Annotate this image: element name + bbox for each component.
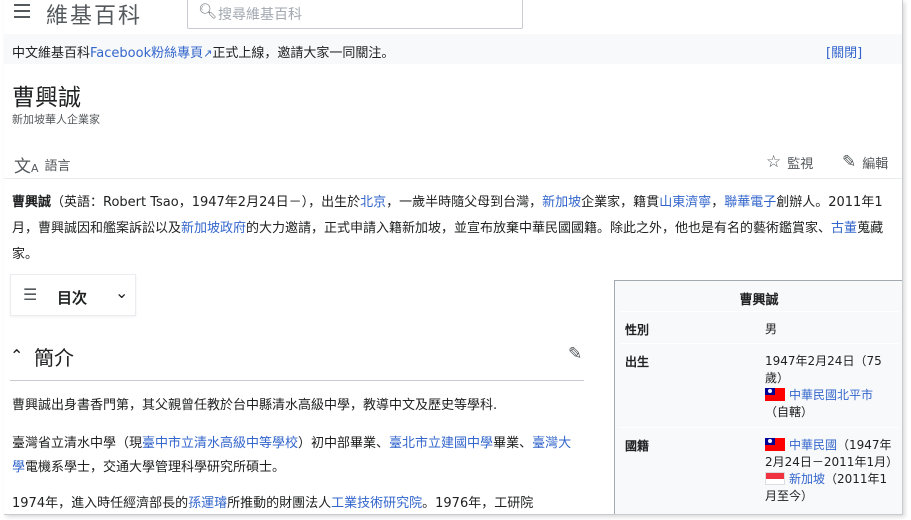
- infobox: 曹興誠 性別 男 出生 1947年2月24日（75歲） 中華民國北平市 （自轄）…: [614, 280, 902, 514]
- link-singapore-nationality[interactable]: 新加坡: [789, 472, 825, 486]
- site-notice: 中文維基百科Facebook粉絲專頁↗正式上線，邀請大家一同關注。 [關閉]: [4, 34, 902, 64]
- list-icon: ☰: [23, 285, 38, 304]
- link-qingshui-high-school[interactable]: 臺中市立清水高級中等學校: [142, 436, 298, 451]
- watch-button[interactable]: ☆ 監視: [766, 152, 813, 172]
- infobox-divider: [619, 427, 899, 428]
- infobox-value: 中華民國（1947年2月24日－2011年1月） 新加坡（2011年1月至今）: [765, 437, 898, 505]
- infobox-value: 1947年2月24日（75歲） 中華民國北平市 （自轄）: [765, 353, 895, 421]
- language-label: 語言: [44, 159, 71, 174]
- lead-text: ，: [711, 195, 725, 210]
- infobox-divider: [619, 343, 899, 344]
- hamburger-icon[interactable]: [14, 4, 30, 18]
- link-peiping[interactable]: 中華民國北平市: [789, 388, 873, 402]
- pencil-icon: ✎: [842, 152, 857, 172]
- link-umc[interactable]: 聯華電子: [724, 195, 776, 210]
- site-header: 維基百科 🔍︎ 搜尋維基百科: [4, 0, 902, 34]
- star-icon: ☆: [766, 152, 782, 172]
- link-jining[interactable]: 山東濟寧: [659, 195, 711, 210]
- link-jianguo-high-school[interactable]: 臺北市立建國中學: [389, 436, 493, 451]
- language-button[interactable]: 文A 語言: [14, 152, 71, 177]
- link-singapore[interactable]: 新加坡: [542, 195, 581, 210]
- external-link-icon: ↗: [203, 47, 213, 60]
- para-text: ）初中部畢業、: [298, 436, 390, 451]
- nationality-sg: 新加坡（2011年1月至今）: [765, 471, 895, 505]
- infobox-label: 國籍: [625, 439, 650, 453]
- link-roc[interactable]: 中華民國: [789, 438, 837, 452]
- subject-name: 曹興誠: [12, 195, 52, 210]
- lead-paragraph: 曹興誠（英語：Robert Tsao，1947年2月24日－），出生於北京，一歲…: [12, 190, 894, 268]
- toc-toggle-button[interactable]: ☰ 目次 ⌄: [10, 274, 136, 316]
- para-text: 。1976年，工研院: [422, 496, 534, 511]
- notice-prefix: 中文維基百科: [12, 46, 91, 61]
- toc-label: 目次: [57, 289, 88, 307]
- nationality-roc: 中華民國（1947年2月24日－2011年1月）: [765, 437, 898, 471]
- lead-text: 企業家，籍貫: [581, 195, 660, 210]
- pencil-icon[interactable]: ✎: [568, 344, 582, 364]
- browser-viewport: 維基百科 🔍︎ 搜尋維基百科 中文維基百科Facebook粉絲專頁↗正式上線，邀…: [4, 0, 903, 515]
- birth-place: 中華民國北平市: [765, 387, 895, 404]
- section-heading: ⌃ 簡介 ✎: [10, 340, 584, 381]
- page-subtitle: 新加坡華人企業家: [12, 113, 100, 126]
- close-notice-link[interactable]: [關閉]: [826, 42, 862, 61]
- facebook-link[interactable]: Facebook粉絲專頁: [90, 46, 203, 61]
- notice-suffix: 正式上線，邀請大家一同關注。: [212, 46, 395, 61]
- section-paragraph: 1974年，進入時任經濟部長的孫運璿所推動的財團法人工業技術研究院。1976年，…: [12, 492, 584, 514]
- link-antiques[interactable]: 古董: [831, 221, 857, 236]
- roc-flag-icon: [765, 388, 785, 401]
- search-placeholder: 搜尋維基百科: [218, 7, 302, 23]
- notice-message: 中文維基百科Facebook粉絲專頁↗正式上線，邀請大家一同關注。: [12, 42, 394, 61]
- para-text: 臺灣省立清水中學（現: [12, 436, 143, 451]
- para-text: 電機系學士，交通大學管理科學研究所碩士。: [25, 460, 286, 475]
- section-paragraph: 臺灣省立清水中學（現臺中市立清水高級中等學校）初中部畢業、臺北市立建國中學畢業、…: [12, 432, 584, 480]
- birth-date: 1947年2月24日（75歲）: [765, 354, 882, 385]
- toolbar-divider: [4, 178, 902, 179]
- para-text: 所推動的財團法人: [227, 496, 332, 511]
- search-input[interactable]: 🔍︎ 搜尋維基百科: [187, 0, 523, 29]
- page-title: 曹興誠: [12, 85, 81, 111]
- roc-flag-icon: [765, 438, 785, 451]
- search-icon: 🔍︎: [198, 2, 218, 20]
- birth-note: （自轄）: [765, 405, 814, 419]
- lead-text: ，一歲半時隨父母到台灣，: [386, 195, 543, 210]
- para-text: 1974年，進入時任經濟部長的: [12, 496, 189, 511]
- infobox-label: 性別: [625, 323, 650, 337]
- singapore-flag-icon: [765, 472, 785, 485]
- chevron-up-icon[interactable]: ⌃: [10, 346, 23, 365]
- page-toolbar: 文A 語言 ☆ 監視 ✎ 編輯: [4, 148, 902, 177]
- site-logo[interactable]: 維基百科: [46, 0, 142, 30]
- edit-label: 編輯: [862, 156, 889, 172]
- link-beijing[interactable]: 北京: [360, 195, 386, 210]
- link-sun-yun-suan[interactable]: 孫運璿: [188, 496, 227, 511]
- lead-text: （英語：Robert Tsao，1947年2月24日－），出生於: [51, 195, 361, 210]
- link-itri[interactable]: 工業技術研究院: [331, 496, 422, 511]
- edit-button[interactable]: ✎ 編輯: [842, 152, 888, 172]
- infobox-label: 出生: [625, 355, 650, 369]
- section-title: 簡介: [34, 346, 74, 370]
- infobox-divider: [619, 311, 899, 312]
- infobox-title: 曹興誠: [739, 293, 779, 308]
- chevron-down-icon: ⌄: [115, 283, 129, 302]
- language-icon: 文A: [14, 157, 39, 177]
- section-paragraph: 曹興誠出身書香門第，其父親曾任教於台中縣清水高級中學，教導中文及歷史等學科.: [12, 398, 498, 413]
- infobox-value: 男: [765, 322, 778, 336]
- link-singapore-government[interactable]: 新加坡政府: [181, 221, 246, 236]
- lead-text: 的大力邀請，正式申請入籍新加坡，並宣布放棄中華民國國籍。除此之外，他也是有名的藝…: [246, 221, 832, 236]
- watch-label: 監視: [787, 156, 814, 172]
- para-text: 畢業、: [493, 436, 533, 451]
